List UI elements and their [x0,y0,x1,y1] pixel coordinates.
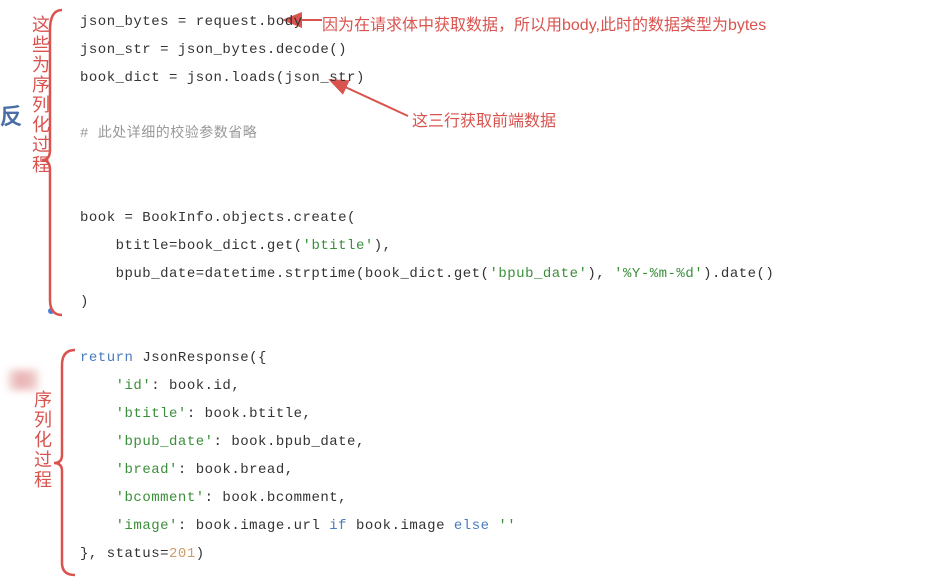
code-line: 'id': book.id, [80,372,936,400]
code-line: return JsonResponse({ [80,344,936,372]
code-line [80,316,936,344]
code-line: book_dict = json.loads(json_str) [80,64,936,92]
code-line: 'bread': book.bread, [80,456,936,484]
code-line: json_str = json_bytes.decode() [80,36,936,64]
code-line: bpub_date=datetime.strptime(book_dict.ge… [80,260,936,288]
code-line: book = BookInfo.objects.create( [80,204,936,232]
code-line: 'bpub_date': book.bpub_date, [80,428,936,456]
code-line: btitle=book_dict.get('btitle'), [80,232,936,260]
vertical-label-top: 这些为序列化过程 [22,15,58,175]
code-line [80,148,936,176]
blurred-marker [8,370,38,390]
code-line: }, status=201) [80,540,936,568]
code-line: 'bcomment': book.bcomment, [80,484,936,512]
code-line: 'btitle': book.btitle, [80,400,936,428]
code-line: ) [80,288,936,316]
blue-dot [48,308,54,314]
code-block: json_bytes = request.body json_str = jso… [80,8,936,568]
code-line: json_bytes = request.body [80,8,936,36]
code-line [80,92,936,120]
vertical-label-bottom: 序列化过程 [24,390,60,490]
code-line: 'image': book.image.url if book.image el… [80,512,936,540]
label-fan: 反 [0,95,22,139]
code-comment: # 此处详细的校验参数省略 [80,120,936,148]
code-line [80,176,936,204]
